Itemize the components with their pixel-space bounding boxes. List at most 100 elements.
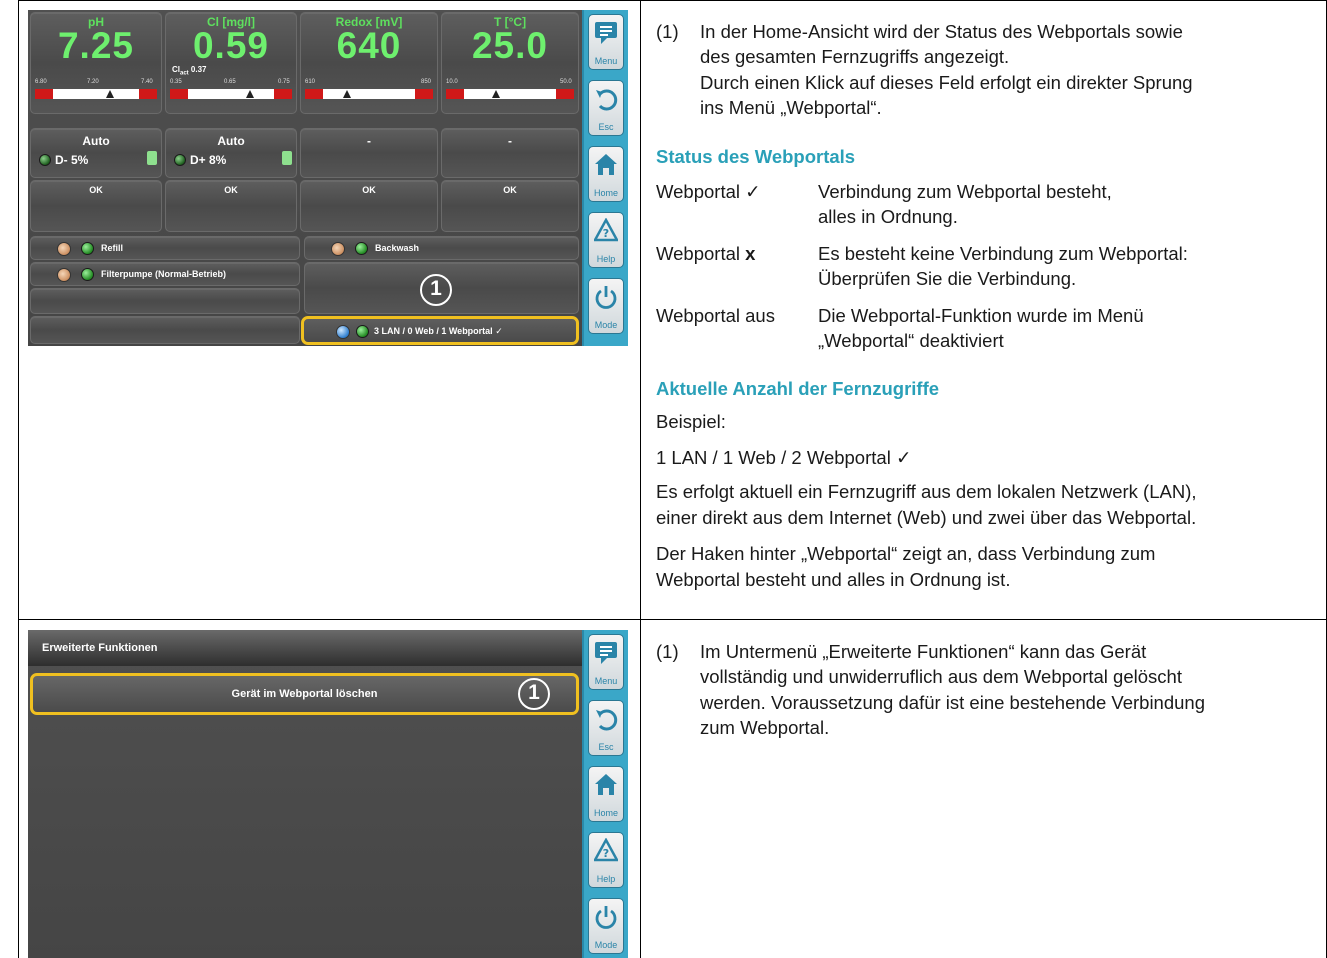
- ph-dosing: D- 5%: [55, 153, 89, 167]
- paragraph-line: zum Webportal.: [700, 717, 830, 738]
- power-icon: [595, 906, 617, 929]
- home-icon: [595, 774, 617, 795]
- home-label: Home: [593, 808, 618, 818]
- menu-button[interactable]: Menu: [588, 14, 624, 70]
- temperature-status: OK: [503, 185, 517, 195]
- home-button[interactable]: Home: [588, 146, 624, 202]
- status-description: „Webportal“ deaktiviert: [818, 330, 1004, 351]
- screen-title: Erweiterte Funktionen: [42, 642, 158, 654]
- status-description: alles in Ordnung.: [818, 206, 958, 227]
- redox-pointer: [343, 90, 351, 98]
- globe-icon: [336, 325, 350, 339]
- scale-tick: 0.75: [278, 79, 290, 85]
- status-led: [39, 154, 51, 166]
- table-row-divider: [18, 619, 1327, 620]
- temperature-pointer: [492, 90, 500, 98]
- paragraph-line: Webportal besteht und alles in Ordnung i…: [656, 569, 1011, 590]
- temperature-status-tile[interactable]: OK: [441, 180, 579, 232]
- ph-status-tile[interactable]: OK: [30, 180, 162, 232]
- intro-line: Durch einen Klick auf dieses Feld erfolg…: [700, 72, 1193, 93]
- paragraph-line: vollständig und unwiderruflich aus dem W…: [700, 666, 1182, 687]
- scale-tick: 7.40: [141, 79, 153, 85]
- mode-button[interactable]: Mode: [588, 278, 624, 334]
- scale-tick: 6.80: [35, 79, 47, 85]
- home-icon: [595, 154, 617, 175]
- webportal-status-field[interactable]: 3 LAN / 0 Web / 1 Webportal ✓: [301, 316, 579, 345]
- temperature-mode-tile[interactable]: -: [441, 128, 579, 178]
- redox-status-tile[interactable]: OK: [300, 180, 438, 232]
- item-number: (1): [656, 641, 679, 662]
- redox-mode-tile[interactable]: -: [300, 128, 438, 178]
- esc-label: Esc: [598, 742, 614, 752]
- delete-device-label: Gerät im Webportal löschen: [231, 688, 378, 700]
- paragraph-line: Es erfolgt aktuell ein Fernzugriff aus d…: [656, 481, 1197, 502]
- home-screen: pH 7.25 6.80 7.20 7.40 Cl [mg/l] 0.59 Cl…: [28, 10, 582, 346]
- ph-mode: Auto: [82, 134, 110, 148]
- esc-button[interactable]: Esc: [588, 700, 624, 756]
- mode-label: Mode: [594, 320, 618, 330]
- table-border-left: [18, 0, 19, 958]
- mode-button[interactable]: Mode: [588, 898, 624, 954]
- status-description: Verbindung zum Webportal besteht,: [818, 181, 1112, 202]
- redox-status: OK: [362, 185, 376, 195]
- refill-label: Refill: [101, 243, 124, 253]
- esc-label: Esc: [598, 122, 614, 132]
- paragraph-line: werden. Voraussetzung dafür ist eine bes…: [700, 692, 1206, 713]
- status-led: [174, 154, 186, 166]
- paragraph-line: Der Haken hinter „Webportal“ zeigt an, d…: [656, 543, 1156, 564]
- redox-tile[interactable]: Redox [mV] 640 610 850: [300, 12, 438, 114]
- table-column-divider: [640, 0, 641, 958]
- ph-scale: [35, 89, 157, 99]
- ph-status: OK: [89, 185, 103, 195]
- gauge-icon: [331, 242, 345, 256]
- scale-tick: 850: [421, 79, 432, 85]
- svg-text:?: ?: [603, 847, 609, 860]
- empty-row: [30, 316, 300, 344]
- chlorine-status-tile[interactable]: OK: [165, 180, 297, 232]
- example-label: Beispiel:: [656, 411, 726, 432]
- help-icon: ?: [594, 838, 618, 862]
- chlorine-tile[interactable]: Cl [mg/l] 0.59 Clact 0.37 0.35 0.65 0.75: [165, 12, 297, 114]
- callout-marker: 1: [420, 274, 452, 306]
- chlorine-mode: Auto: [217, 134, 245, 148]
- ph-tile[interactable]: pH 7.25 6.80 7.20 7.40: [30, 12, 162, 114]
- temperature-scale: [446, 89, 574, 99]
- example-value: 1 LAN / 1 Web / 2 Webportal ✓: [656, 447, 912, 468]
- menu-button[interactable]: Menu: [588, 634, 624, 690]
- menu-label: Menu: [594, 56, 618, 66]
- ph-mode-tile[interactable]: Auto D- 5%: [30, 128, 162, 178]
- ph-pointer: [106, 90, 114, 98]
- gauge-icon: [57, 268, 71, 282]
- temperature-tile[interactable]: T [°C] 25.0 10.0 50.0: [441, 12, 579, 114]
- svg-text:?: ?: [603, 227, 609, 240]
- chlorine-value: 0.59: [192, 25, 269, 66]
- delete-device-button[interactable]: Gerät im Webportal löschen: [30, 673, 579, 715]
- redox-mode: -: [367, 134, 371, 148]
- backwash-row[interactable]: Backwash: [304, 236, 579, 260]
- status-description: Es besteht keine Verbindung zum Webporta…: [818, 243, 1188, 264]
- chlorine-mode-tile[interactable]: Auto D+ 8%: [165, 128, 297, 178]
- home-label: Home: [593, 188, 618, 198]
- scale-tick: 7.20: [87, 79, 99, 85]
- help-button[interactable]: ? Help: [588, 832, 624, 888]
- menu-label: Menu: [594, 676, 618, 686]
- filterpumpe-label: Filterpumpe (Normal-Betrieb): [101, 269, 227, 279]
- gauge-icon: [57, 242, 71, 256]
- esc-button[interactable]: Esc: [588, 80, 624, 136]
- home-button[interactable]: Home: [588, 766, 624, 822]
- status-term: Webportal aus: [656, 305, 775, 326]
- refill-row[interactable]: Refill: [30, 236, 300, 260]
- filterpumpe-row[interactable]: Filterpumpe (Normal-Betrieb): [30, 262, 300, 286]
- backwash-label: Backwash: [375, 243, 420, 253]
- chlorine-dosing: D+ 8%: [190, 153, 227, 167]
- power-icon: [595, 286, 617, 309]
- paragraph-line: einer direkt aus dem Internet (Web) und …: [656, 507, 1197, 528]
- temperature-value: 25.0: [471, 25, 548, 66]
- chlorine-act-label: Clact 0.37: [172, 65, 207, 77]
- help-label: Help: [596, 874, 616, 884]
- menu-icon: [595, 642, 617, 664]
- webportal-status-label: 3 LAN / 0 Web / 1 Webportal ✓: [374, 326, 503, 336]
- help-button[interactable]: ? Help: [588, 212, 624, 268]
- scale-tick: 10.0: [446, 79, 458, 85]
- side-menu: Menu Esc Home ? Help Mode: [582, 10, 628, 346]
